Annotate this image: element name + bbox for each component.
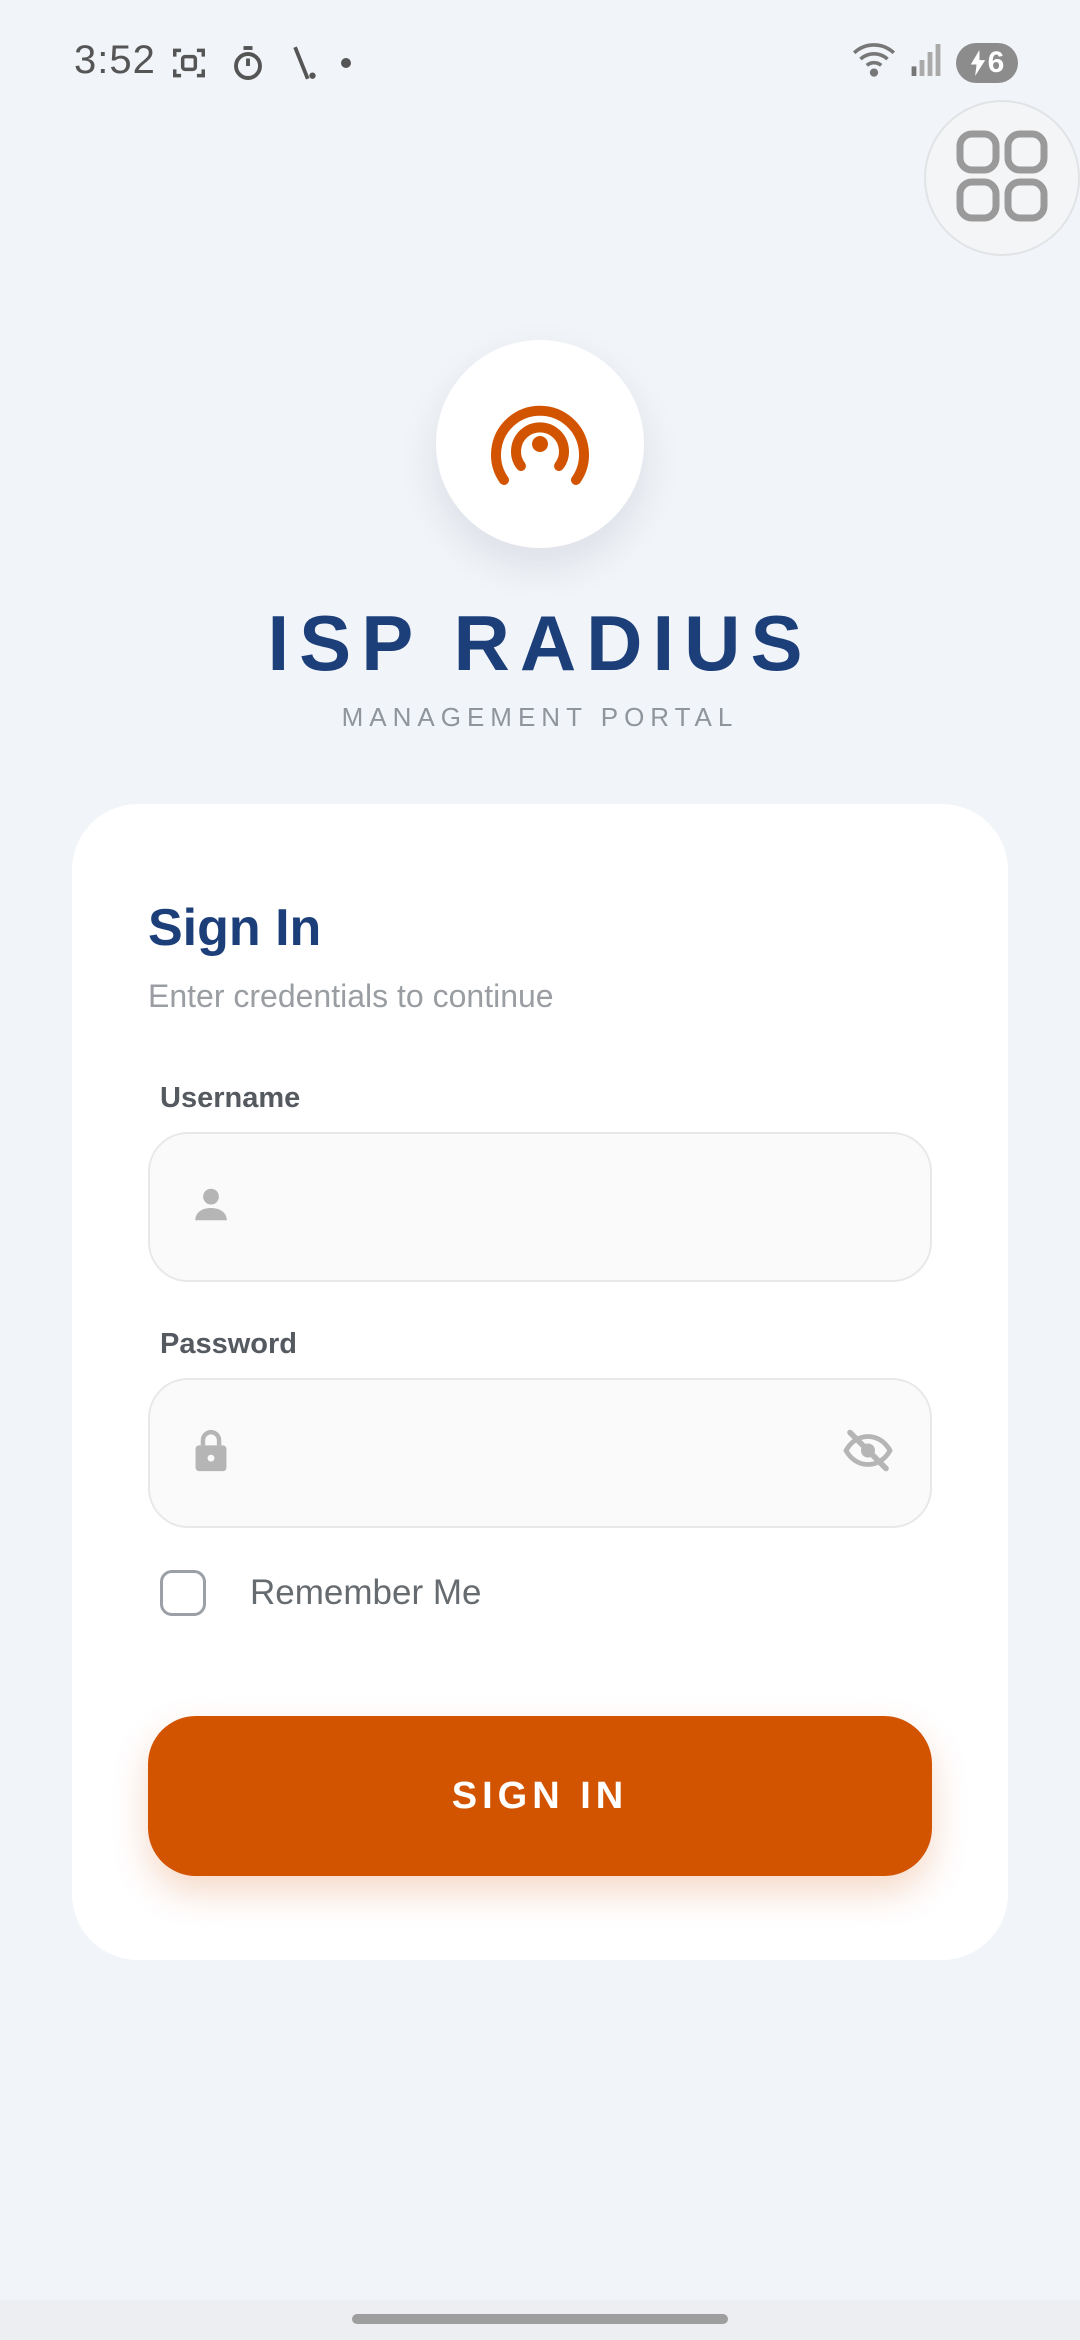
remember-me-label: Remember Me — [250, 1573, 482, 1612]
battery-charging-icon: 6 — [956, 42, 1018, 83]
dot-icon — [340, 57, 352, 69]
username-field[interactable] — [148, 1132, 932, 1282]
status-time: 3:52 — [74, 38, 156, 82]
username-input[interactable] — [260, 1134, 820, 1280]
battery-level: 6 — [987, 45, 1005, 79]
password-label: Password — [160, 1328, 297, 1360]
status-right-icons: 6 — [852, 42, 1018, 83]
lock-icon — [190, 1427, 232, 1480]
status-bar: 3:52 6 — [0, 0, 1080, 130]
brand-title: ISP RADIUS — [267, 599, 813, 687]
timer-icon — [230, 44, 266, 82]
remember-me-row[interactable]: Remember Me — [160, 1570, 481, 1616]
signal-icon — [910, 42, 942, 83]
username-label: Username — [160, 1082, 301, 1114]
floating-apps-button[interactable] — [924, 100, 1080, 256]
logo — [436, 340, 644, 548]
sign-in-button[interactable]: SIGN IN — [148, 1716, 932, 1876]
person-icon — [190, 1184, 232, 1231]
password-field[interactable] — [148, 1378, 932, 1528]
status-left-icons — [170, 44, 352, 82]
wifi-icon — [852, 42, 896, 83]
eye-off-icon[interactable] — [842, 1429, 894, 1478]
gesture-handle[interactable] — [352, 2314, 728, 2324]
brand-subtitle: MANAGEMENT PORTAL — [341, 702, 739, 732]
sign-in-title: Sign In — [148, 899, 322, 957]
broadcast-icon — [488, 394, 592, 495]
sign-in-subtitle: Enter credentials to continue — [148, 978, 554, 1014]
sign-in-card: Sign In Enter credentials to continue Us… — [72, 804, 1008, 1960]
grid-icon — [952, 126, 1052, 231]
password-input[interactable] — [260, 1380, 820, 1526]
screenshot-icon — [170, 44, 208, 82]
remember-me-checkbox[interactable] — [160, 1570, 206, 1616]
slash-icon — [288, 44, 318, 82]
